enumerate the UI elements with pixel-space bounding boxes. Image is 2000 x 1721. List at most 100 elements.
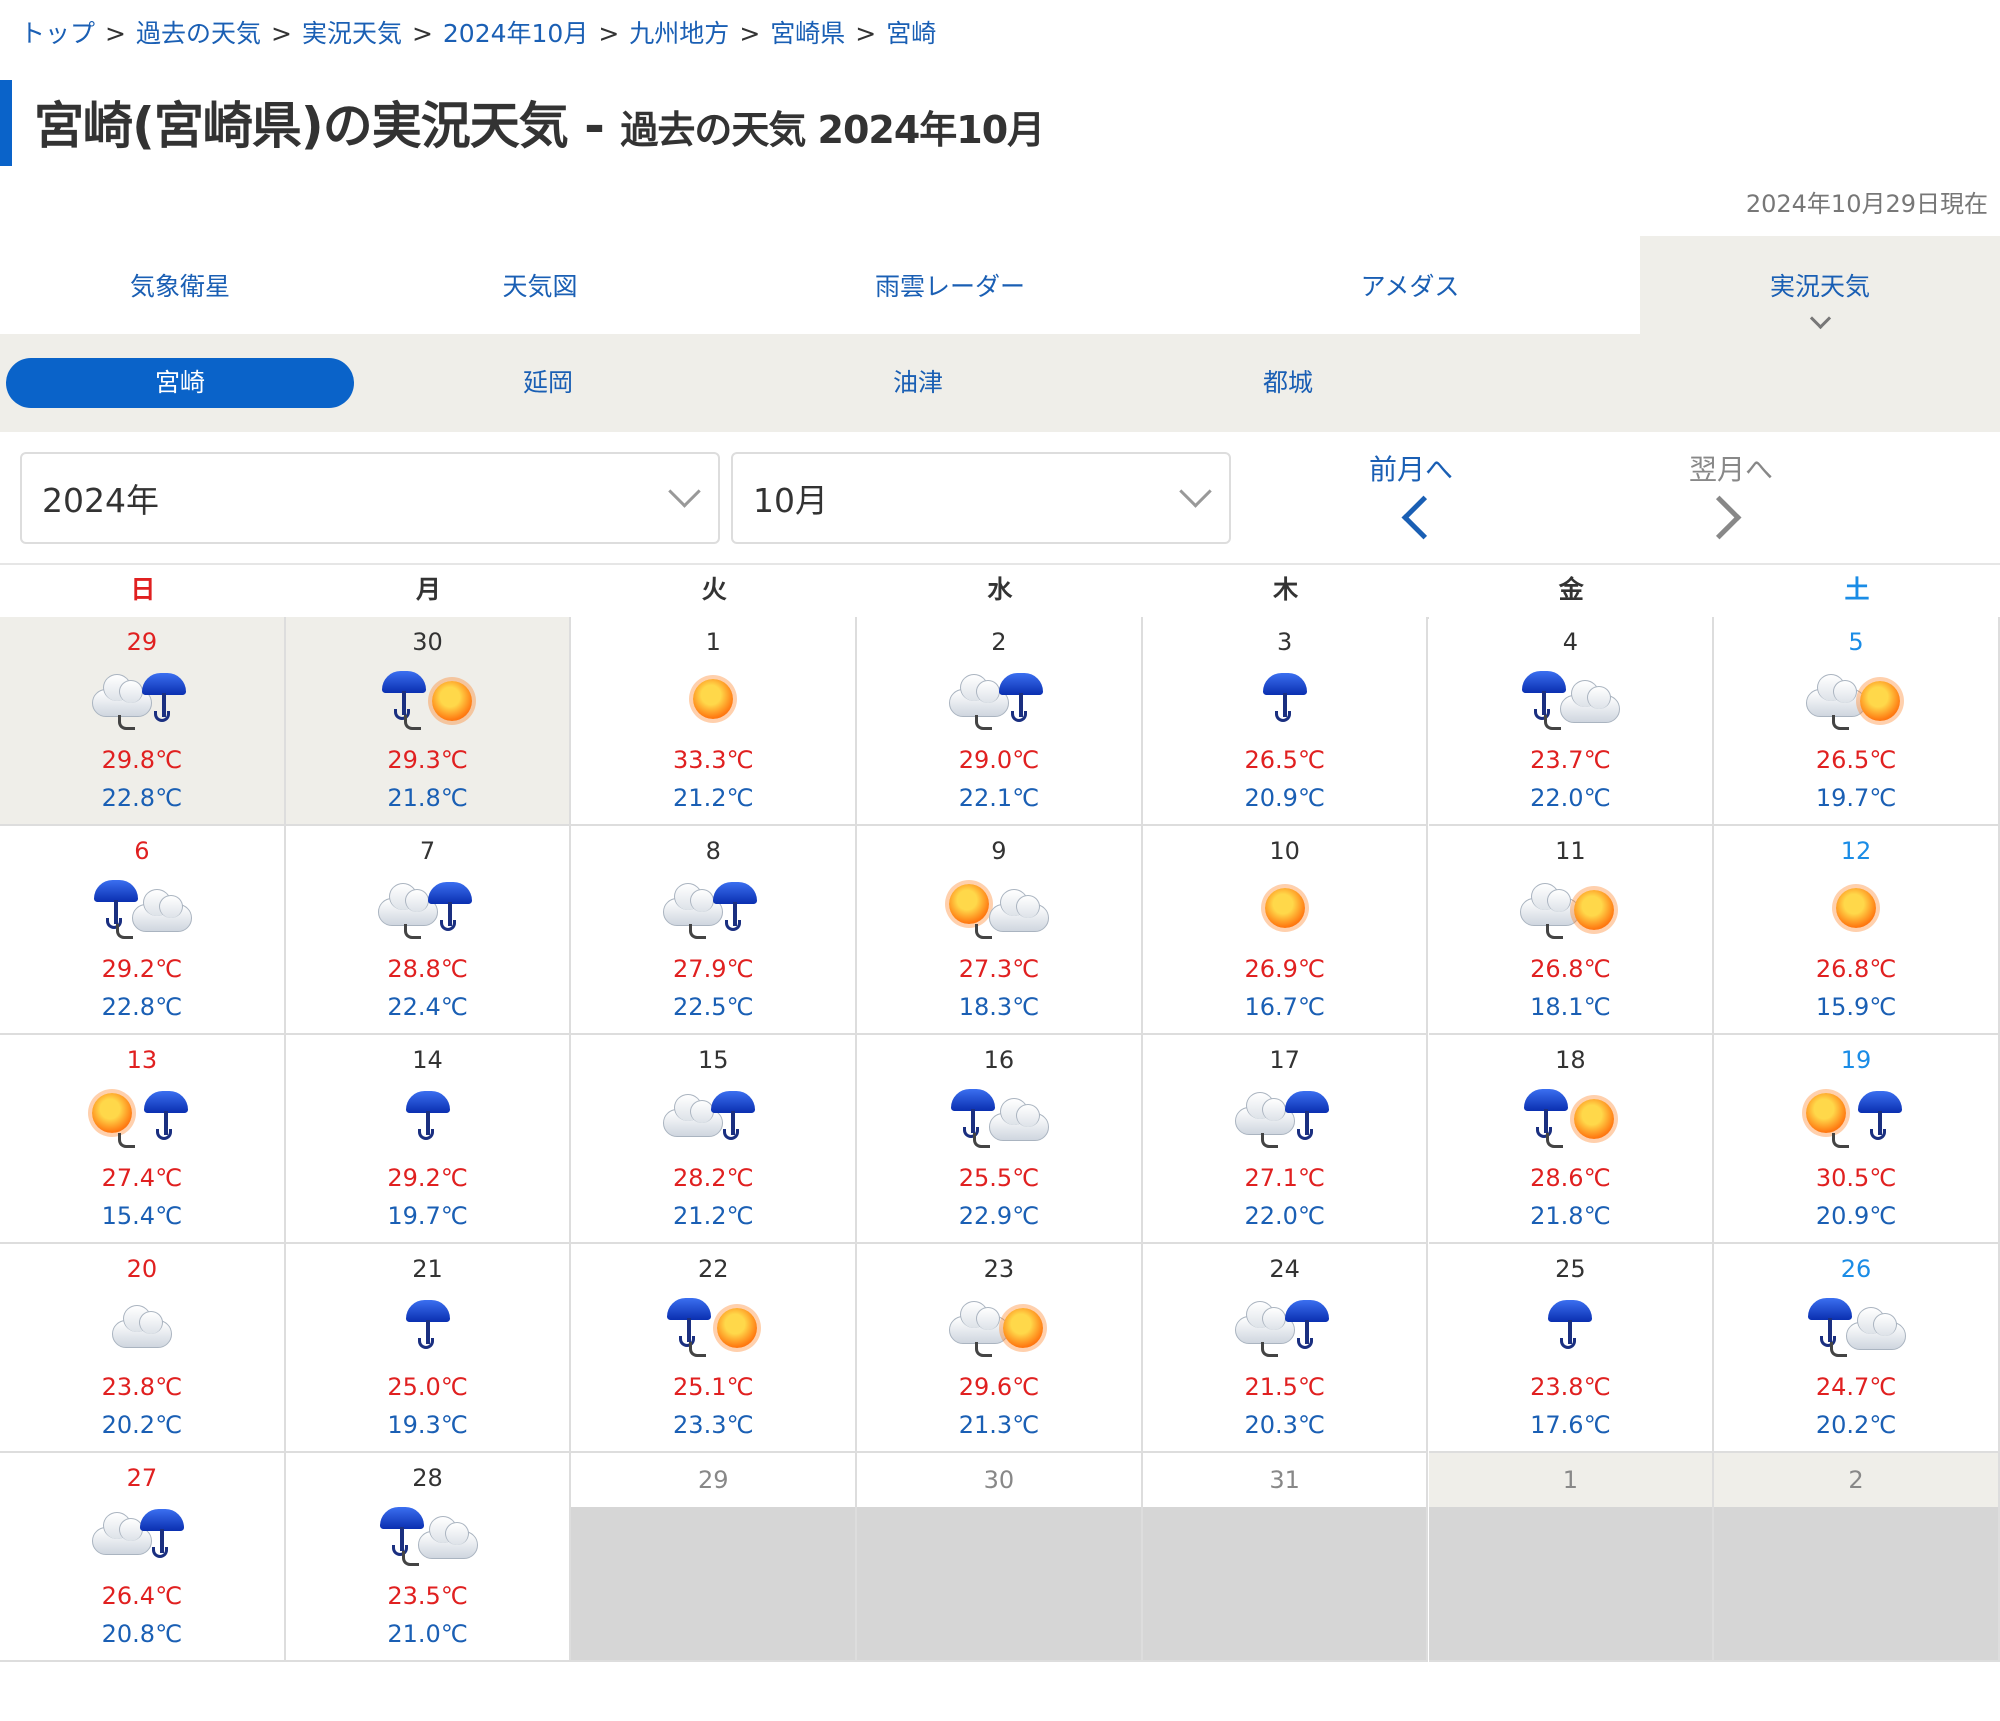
low-temperature: 21.0℃ [387,1620,468,1648]
calendar-day-cell[interactable]: 3 26.5℃ 20.9℃ [1142,617,1429,826]
cloud-with-rain-weather-icon [91,1503,192,1567]
location-tab-miyazaki[interactable]: 宮崎 [6,358,354,408]
low-temperature: 16.7℃ [1244,993,1325,1021]
calendar-day-cell[interactable]: 28 23.5℃ 21.0℃ [285,1453,572,1662]
umbrella-canopy [667,1298,712,1320]
calendar-day-cell[interactable]: 25 23.8℃ 17.6℃ [1428,1244,1715,1453]
day-number: 15 [697,1046,729,1074]
tab-satellite[interactable]: 気象衛星 [0,236,360,334]
day-number: 30 [857,1453,1141,1507]
calendar-day-cell[interactable]: 2 29.0℃ 22.1℃ [857,617,1143,826]
umbrella-canopy [713,882,758,904]
breadcrumb-top-link[interactable]: トップ [20,19,95,48]
breadcrumb-separator: > [598,19,620,48]
high-temperature: 27.1℃ [1244,1164,1325,1192]
breadcrumb-past-weather-link[interactable]: 過去の天気 [136,19,261,48]
tab-observed-weather[interactable]: 実況天気 [1640,236,2000,334]
cloud-icon [988,1098,1049,1141]
breadcrumb-month-link[interactable]: 2024年10月 [443,19,588,48]
calendar-day-cell[interactable]: 17 27.1℃ 22.0℃ [1142,1035,1429,1244]
low-temperature: 18.1℃ [1530,993,1611,1021]
high-temperature: 25.1℃ [673,1373,754,1401]
umbrella-icon [667,1298,712,1348]
calendar-day-cell[interactable]: 8 27.9℃ 22.5℃ [571,826,858,1035]
location-tab-nobeoka[interactable]: 延岡 [370,358,726,408]
sun-icon [693,679,734,719]
day-number: 12 [1840,837,1872,865]
calendar-day-cell[interactable]: 7 28.8℃ 22.4℃ [285,826,572,1035]
calendar-day-cell[interactable]: 5 26.5℃ 19.7℃ [1714,617,2000,826]
tab-weather-map[interactable]: 天気図 [360,236,720,334]
low-temperature: 17.6℃ [1530,1411,1611,1439]
calendar-day-cell[interactable]: 13 27.4℃ 15.4℃ [0,1035,286,1244]
prev-month-label: 前月へ [1368,453,1453,486]
calendar-weekday-header: 日 月 火 水 木 金 土 [0,563,2000,619]
calendar-day-cell[interactable]: 14 29.2℃ 19.7℃ [285,1035,572,1244]
calendar-day-cell[interactable]: 18 28.6℃ 21.8℃ [1428,1035,1715,1244]
calendar-day-cell[interactable]: 27 26.4℃ 20.8℃ [0,1453,286,1662]
umbrella-canopy [1808,1298,1853,1320]
calendar-day-cell[interactable]: 20 23.8℃ 20.2℃ [0,1244,286,1453]
low-temperature: 22.9℃ [958,1202,1040,1230]
breadcrumb-city-link[interactable]: 宮崎 [886,19,936,48]
sun-weather-icon [1235,876,1335,940]
calendar-day-cell[interactable]: 22 25.1℃ 23.3℃ [571,1244,858,1453]
rain-then-sun-weather-icon [1520,1085,1620,1149]
calendar-day-cell[interactable]: 30 29.3℃ 21.8℃ [285,617,572,826]
calendar-day-cell[interactable]: 19 30.5℃ 20.9℃ [1714,1035,2000,1244]
calendar-day-cell[interactable]: 10 26.9℃ 16.7℃ [1142,826,1429,1035]
day-number: 10 [1269,837,1300,865]
sun-icon [1860,681,1901,721]
day-number: 31 [1142,1453,1427,1507]
low-temperature: 20.3℃ [1244,1411,1325,1439]
calendar-day-cell[interactable]: 12 26.8℃ 15.9℃ [1714,826,2000,1035]
calendar-day-cell[interactable]: 26 24.7℃ 20.2℃ [1714,1244,2000,1453]
then-arrow-icon [689,924,707,939]
umbrella-canopy [1262,673,1307,695]
cloud-then-sun-weather-icon [948,1294,1049,1358]
tab-rain-radar[interactable]: 雨雲レーダー [720,236,1180,334]
then-arrow-icon [1546,924,1564,939]
month-select[interactable]: 10月 [731,452,1231,544]
calendar-day-cell[interactable]: 9 27.3℃ 18.3℃ [857,826,1143,1035]
title-accent-bar [0,80,12,166]
day-number: 27 [126,1464,158,1492]
high-temperature: 26.8℃ [1815,955,1897,983]
location-tab-miyakonojo[interactable]: 都城 [1110,358,1466,408]
low-temperature: 20.2℃ [101,1411,183,1439]
rain-then-cloud-weather-icon [1520,667,1621,731]
tab-amedas[interactable]: アメダス [1180,236,1640,334]
cloud-then-sun-weather-icon [1806,667,1906,731]
day-number: 8 [705,837,721,865]
calendar-day-cell[interactable]: 1 33.3℃ 21.2℃ [571,617,858,826]
next-month-button[interactable]: 翌月へ [1646,448,1816,540]
location-tab-aburatsu[interactable]: 油津 [740,358,1096,408]
calendar-day-cell[interactable]: 11 26.8℃ 18.1℃ [1428,826,1715,1035]
low-temperature: 22.1℃ [958,784,1040,812]
day-number: 22 [697,1255,729,1283]
calendar-day-cell[interactable]: 29 29.8℃ 22.8℃ [0,617,286,826]
breadcrumb-separator: > [105,19,126,48]
calendar-day-cell[interactable]: 16 25.5℃ 22.9℃ [857,1035,1143,1244]
low-temperature: 20.2℃ [1815,1411,1897,1439]
year-select[interactable]: 2024年 [20,452,720,544]
cloud-then-rain-weather-icon [663,876,763,940]
calendar-day-cell[interactable]: 24 21.5℃ 20.3℃ [1142,1244,1429,1453]
calendar-day-cell[interactable]: 4 23.7℃ 22.0℃ [1428,617,1715,826]
breadcrumb-observed-weather-link[interactable]: 実況天気 [302,19,402,48]
breadcrumb-prefecture-link[interactable]: 宮崎県 [770,19,845,48]
day-number: 9 [991,837,1007,865]
umbrella-canopy [405,1091,450,1113]
calendar-day-cell[interactable]: 6 29.2℃ 22.8℃ [0,826,286,1035]
calendar-day-cell[interactable]: 15 28.2℃ 21.2℃ [571,1035,858,1244]
low-temperature: 21.2℃ [673,1202,754,1230]
cloud-then-sun-weather-icon [1520,876,1620,940]
calendar-day-cell[interactable]: 23 29.6℃ 21.3℃ [857,1244,1143,1453]
high-temperature: 28.2℃ [673,1164,754,1192]
high-temperature: 27.9℃ [673,955,754,983]
breadcrumb-region-link[interactable]: 九州地方 [629,19,729,48]
calendar-day-cell[interactable]: 21 25.0℃ 19.3℃ [285,1244,572,1453]
umbrella-canopy [950,1089,995,1111]
prev-month-button[interactable]: 前月へ [1326,448,1496,540]
weekday-friday: 金 [1558,575,1584,604]
